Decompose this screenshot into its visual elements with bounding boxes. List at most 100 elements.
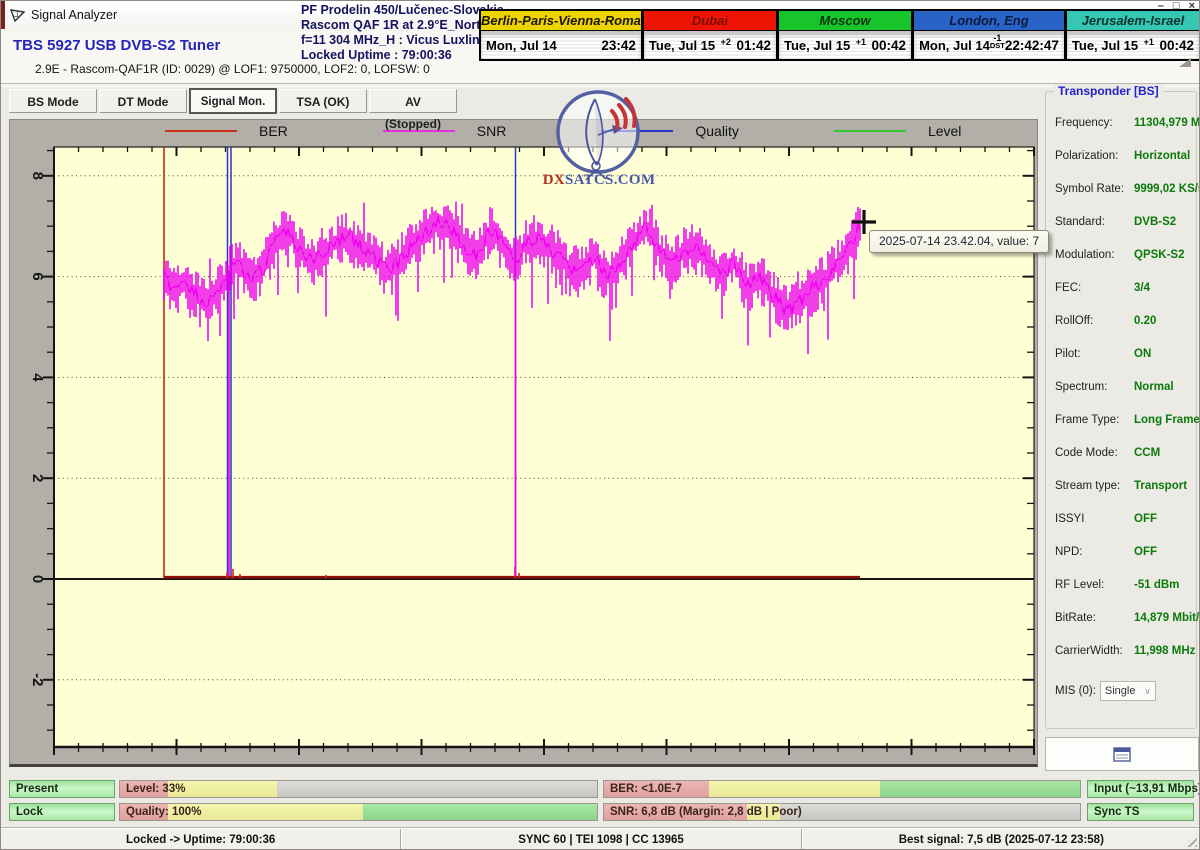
svg-text:8: 8 bbox=[29, 172, 46, 180]
transponder-row: Symbol Rate:9999,02 KS/s bbox=[1046, 172, 1196, 205]
svg-text:6: 6 bbox=[29, 272, 46, 280]
indicator-bar-label: Level: 33% bbox=[126, 782, 185, 797]
tab-av-stopped-[interactable]: AV (Stopped) bbox=[369, 89, 457, 113]
clock-body: Mon, Jul 1423:42 bbox=[481, 31, 641, 59]
transponder-row-value: ON bbox=[1134, 348, 1151, 360]
clock-date: Mon, Jul 14 bbox=[919, 38, 990, 53]
clock-moscow: Moscow Tue, Jul 15 +1 00:42 bbox=[778, 9, 913, 61]
legend-label: BER bbox=[259, 123, 288, 139]
clock-time: 23:42 bbox=[601, 38, 636, 53]
indicator-bar-label: Sync TS bbox=[1094, 805, 1139, 820]
clock-body: Tue, Jul 15+100:42 bbox=[1067, 31, 1199, 59]
transponder-row-label: Standard: bbox=[1055, 216, 1134, 228]
transponder-row-label: Stream type: bbox=[1055, 480, 1134, 492]
svg-text:-2: -2 bbox=[29, 673, 46, 686]
signal-analyzer-window: Signal Analyzer – □ × PF Prodelin 450/Lu… bbox=[0, 0, 1200, 850]
status-section-2: Best signal: 7,5 dB (2025-07-12 23:58) bbox=[801, 829, 1200, 850]
transponder-row: Stream type:Transport bbox=[1046, 469, 1196, 502]
transponder-row: RF Level:-51 dBm bbox=[1046, 568, 1196, 601]
site-info-line: Rascom QAF 1R at 2.9°E_North bbox=[301, 18, 501, 33]
tab-bs-mode[interactable]: BS Mode bbox=[9, 89, 97, 113]
chevron-down-icon: ∨ bbox=[1144, 686, 1151, 697]
transponder-rows: Frequency:11304,979 MHzPolarization:Hori… bbox=[1046, 106, 1196, 667]
transponder-row-value: Long Frame bbox=[1134, 414, 1200, 426]
transponder-row-value: Normal bbox=[1134, 381, 1174, 393]
transponder-row-label: NPD: bbox=[1055, 546, 1134, 558]
site-info-line: PF Prodelin 450/Lučenec-Slovakia bbox=[301, 3, 501, 18]
clock-time: 01:42 bbox=[736, 38, 771, 53]
status-section-0: Locked -> Uptime: 79:00:36 bbox=[1, 829, 400, 850]
transponder-row-value: Transport bbox=[1134, 480, 1187, 492]
clock-offset-value: +1 bbox=[1144, 39, 1154, 46]
world-clocks: Berlin-Paris-Vienna-RomaMon, Jul 1423:42… bbox=[479, 9, 1200, 61]
transponder-row: Pilot:ON bbox=[1046, 337, 1196, 370]
transponder-row: Code Mode:CCM bbox=[1046, 436, 1196, 469]
indicator-bar-label: Quality: 100% bbox=[126, 805, 201, 820]
clock-body: Tue, Jul 15 +1 00:42 bbox=[779, 31, 911, 59]
transponder-row-value: CCM bbox=[1134, 447, 1160, 459]
chart-legend: BERSNRQualityLevel bbox=[165, 120, 1056, 142]
clock-date: Tue, Jul 15 bbox=[784, 38, 850, 53]
transponder-row: Frame Type:Long Frame bbox=[1046, 403, 1196, 436]
tab-signal-mon-[interactable]: Signal Mon. bbox=[189, 88, 277, 114]
tuner-subtitle: 2.9E - Rascom-QAF1R (ID: 0029) @ LOF1: 9… bbox=[35, 62, 430, 76]
transponder-row: ISSYIOFF bbox=[1046, 502, 1196, 535]
clock-jerusalem-israel: Jerusalem-IsraelTue, Jul 15+100:42 bbox=[1066, 9, 1200, 61]
clock-city: Berlin-Paris-Vienna-Roma bbox=[481, 11, 641, 31]
transponder-row-label: Frame Type: bbox=[1055, 414, 1134, 426]
svg-text:4: 4 bbox=[29, 373, 46, 382]
indicator-bar-label: Lock bbox=[16, 805, 43, 820]
clock-city: Moscow bbox=[779, 11, 911, 31]
svg-text:2: 2 bbox=[29, 474, 46, 482]
tab-tsa-ok-[interactable]: TSA (OK) bbox=[279, 89, 367, 113]
indicator-bar-label: BER: <1.0E-7 bbox=[610, 782, 682, 797]
transponder-row: CarrierWidth:11,998 MHz bbox=[1046, 634, 1196, 667]
legend-swatch bbox=[834, 130, 906, 132]
transponder-row-value: QPSK-S2 bbox=[1134, 249, 1185, 261]
transponder-row-label: RF Level: bbox=[1055, 579, 1134, 591]
transponder-row-label: Symbol Rate: bbox=[1055, 183, 1134, 195]
mis-selected-value: Single bbox=[1105, 685, 1136, 697]
legend-label: Quality bbox=[695, 123, 739, 139]
indicator-bar-label: SNR: 6,8 dB (Margin: 2,8 dB | Poor) bbox=[610, 805, 802, 820]
clock-offset-value: +2 bbox=[721, 39, 731, 46]
transponder-row-value: DVB-S2 bbox=[1134, 216, 1176, 228]
legend-swatch bbox=[165, 130, 237, 132]
transponder-row-label: Pilot: bbox=[1055, 348, 1134, 360]
indicator-bar-present: Present bbox=[9, 780, 115, 798]
clock-body: Mon, Jul 14-1DST22:42:47 bbox=[914, 31, 1064, 59]
clock-resize-grip[interactable] bbox=[1179, 58, 1191, 67]
mode-tabs: BS ModeDT ModeSignal Mon.TSA (OK)AV (Sto… bbox=[9, 89, 457, 114]
tab-dt-mode[interactable]: DT Mode bbox=[99, 89, 187, 113]
satellite-dish-icon bbox=[9, 7, 27, 25]
bar-segment-yellow bbox=[709, 781, 880, 797]
clock-offset-value: +1 bbox=[856, 39, 866, 46]
bar-segment-green bbox=[363, 804, 597, 820]
clock-offset-label: DST bbox=[990, 42, 1005, 49]
transponder-row-label: Polarization: bbox=[1055, 150, 1134, 162]
indicator-bar-ber: BER: <1.0E-7 bbox=[603, 780, 1081, 798]
legend-label: SNR bbox=[477, 123, 507, 139]
status-line: Locked -> Uptime: 79:00:36SYNC 60 | TEI … bbox=[1, 828, 1200, 850]
mis-dropdown[interactable]: Single ∨ bbox=[1100, 681, 1156, 701]
clock-time: 22:42:47 bbox=[1005, 38, 1059, 53]
transponder-list-button[interactable] bbox=[1045, 737, 1199, 771]
window-edge-accent bbox=[1, 1, 5, 29]
clock-city: Jerusalem-Israel bbox=[1067, 11, 1199, 31]
clock-time: 00:42 bbox=[1159, 38, 1194, 53]
transponder-row-label: CarrierWidth: bbox=[1055, 645, 1134, 657]
transponder-panel: Transponder [BS] Frequency:11304,979 MHz… bbox=[1045, 91, 1197, 729]
indicator-bar-quality: Quality: 100% bbox=[119, 803, 598, 821]
transponder-row-label: Spectrum: bbox=[1055, 381, 1134, 393]
bar-segment-gray bbox=[780, 804, 1080, 820]
transponder-row-value: OFF bbox=[1134, 546, 1157, 558]
transponder-row-value: 11,998 MHz bbox=[1134, 645, 1195, 657]
clock-time: 00:42 bbox=[872, 38, 907, 53]
indicator-bar-sync-ts: Sync TS bbox=[1087, 803, 1194, 821]
transponder-row: Spectrum:Normal bbox=[1046, 370, 1196, 403]
transponder-row-label: Frequency: bbox=[1055, 117, 1134, 129]
legend-swatch bbox=[601, 130, 673, 132]
transponder-row-label: FEC: bbox=[1055, 282, 1134, 294]
signal-chart-panel: BERSNRQualityLevel 86420-2 bbox=[9, 119, 1038, 767]
transponder-panel-title: Transponder [BS] bbox=[1054, 84, 1163, 98]
